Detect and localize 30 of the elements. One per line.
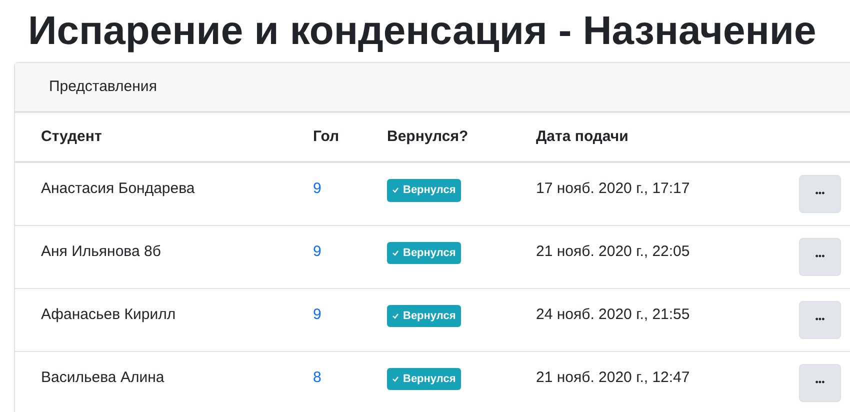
returned-badge: Вернулся bbox=[387, 242, 461, 264]
student-name: Васильева Алина bbox=[41, 368, 164, 386]
student-name: Анастасия Бондарева bbox=[41, 180, 195, 197]
column-header: Студент bbox=[41, 128, 102, 145]
check-icon bbox=[392, 376, 399, 382]
score-link[interactable]: 9 bbox=[313, 242, 322, 260]
column-header: Гол bbox=[313, 128, 340, 145]
score-link[interactable]: 9 bbox=[313, 306, 322, 322]
more-button[interactable]: ••• bbox=[799, 300, 841, 338]
more-button[interactable]: ••• bbox=[799, 364, 841, 402]
score-link[interactable]: 9 bbox=[313, 180, 322, 197]
column-header: Дата подачи bbox=[536, 128, 628, 145]
column-header: Вернулся? bbox=[387, 128, 468, 145]
submission-date: 24 нояб. 2020 г., 21:55 bbox=[536, 306, 690, 322]
submission-date: 21 нояб. 2020 г., 12:47 bbox=[536, 368, 690, 386]
check-icon bbox=[392, 312, 399, 319]
returned-badge: Вернулся bbox=[387, 304, 461, 327]
student-name: Афанасьев Кирилл bbox=[41, 306, 176, 322]
submission-date: 17 нояб. 2020 г., 17:17 bbox=[536, 180, 690, 197]
check-icon bbox=[392, 250, 399, 256]
more-button[interactable]: ••• bbox=[799, 238, 841, 276]
page-title: Испарение и конденсация - Назначение bbox=[28, 8, 818, 54]
more-button[interactable]: ••• bbox=[799, 175, 841, 213]
student-name: Аня Ильянова 8б bbox=[41, 242, 161, 260]
card-header-title: Представления bbox=[49, 76, 157, 97]
returned-badge: Вернулся bbox=[387, 368, 461, 390]
returned-badge: Вернулся bbox=[387, 179, 461, 202]
check-icon bbox=[392, 187, 399, 194]
submission-date: 21 нояб. 2020 г., 22:05 bbox=[536, 242, 690, 260]
score-link[interactable]: 8 bbox=[313, 368, 322, 386]
